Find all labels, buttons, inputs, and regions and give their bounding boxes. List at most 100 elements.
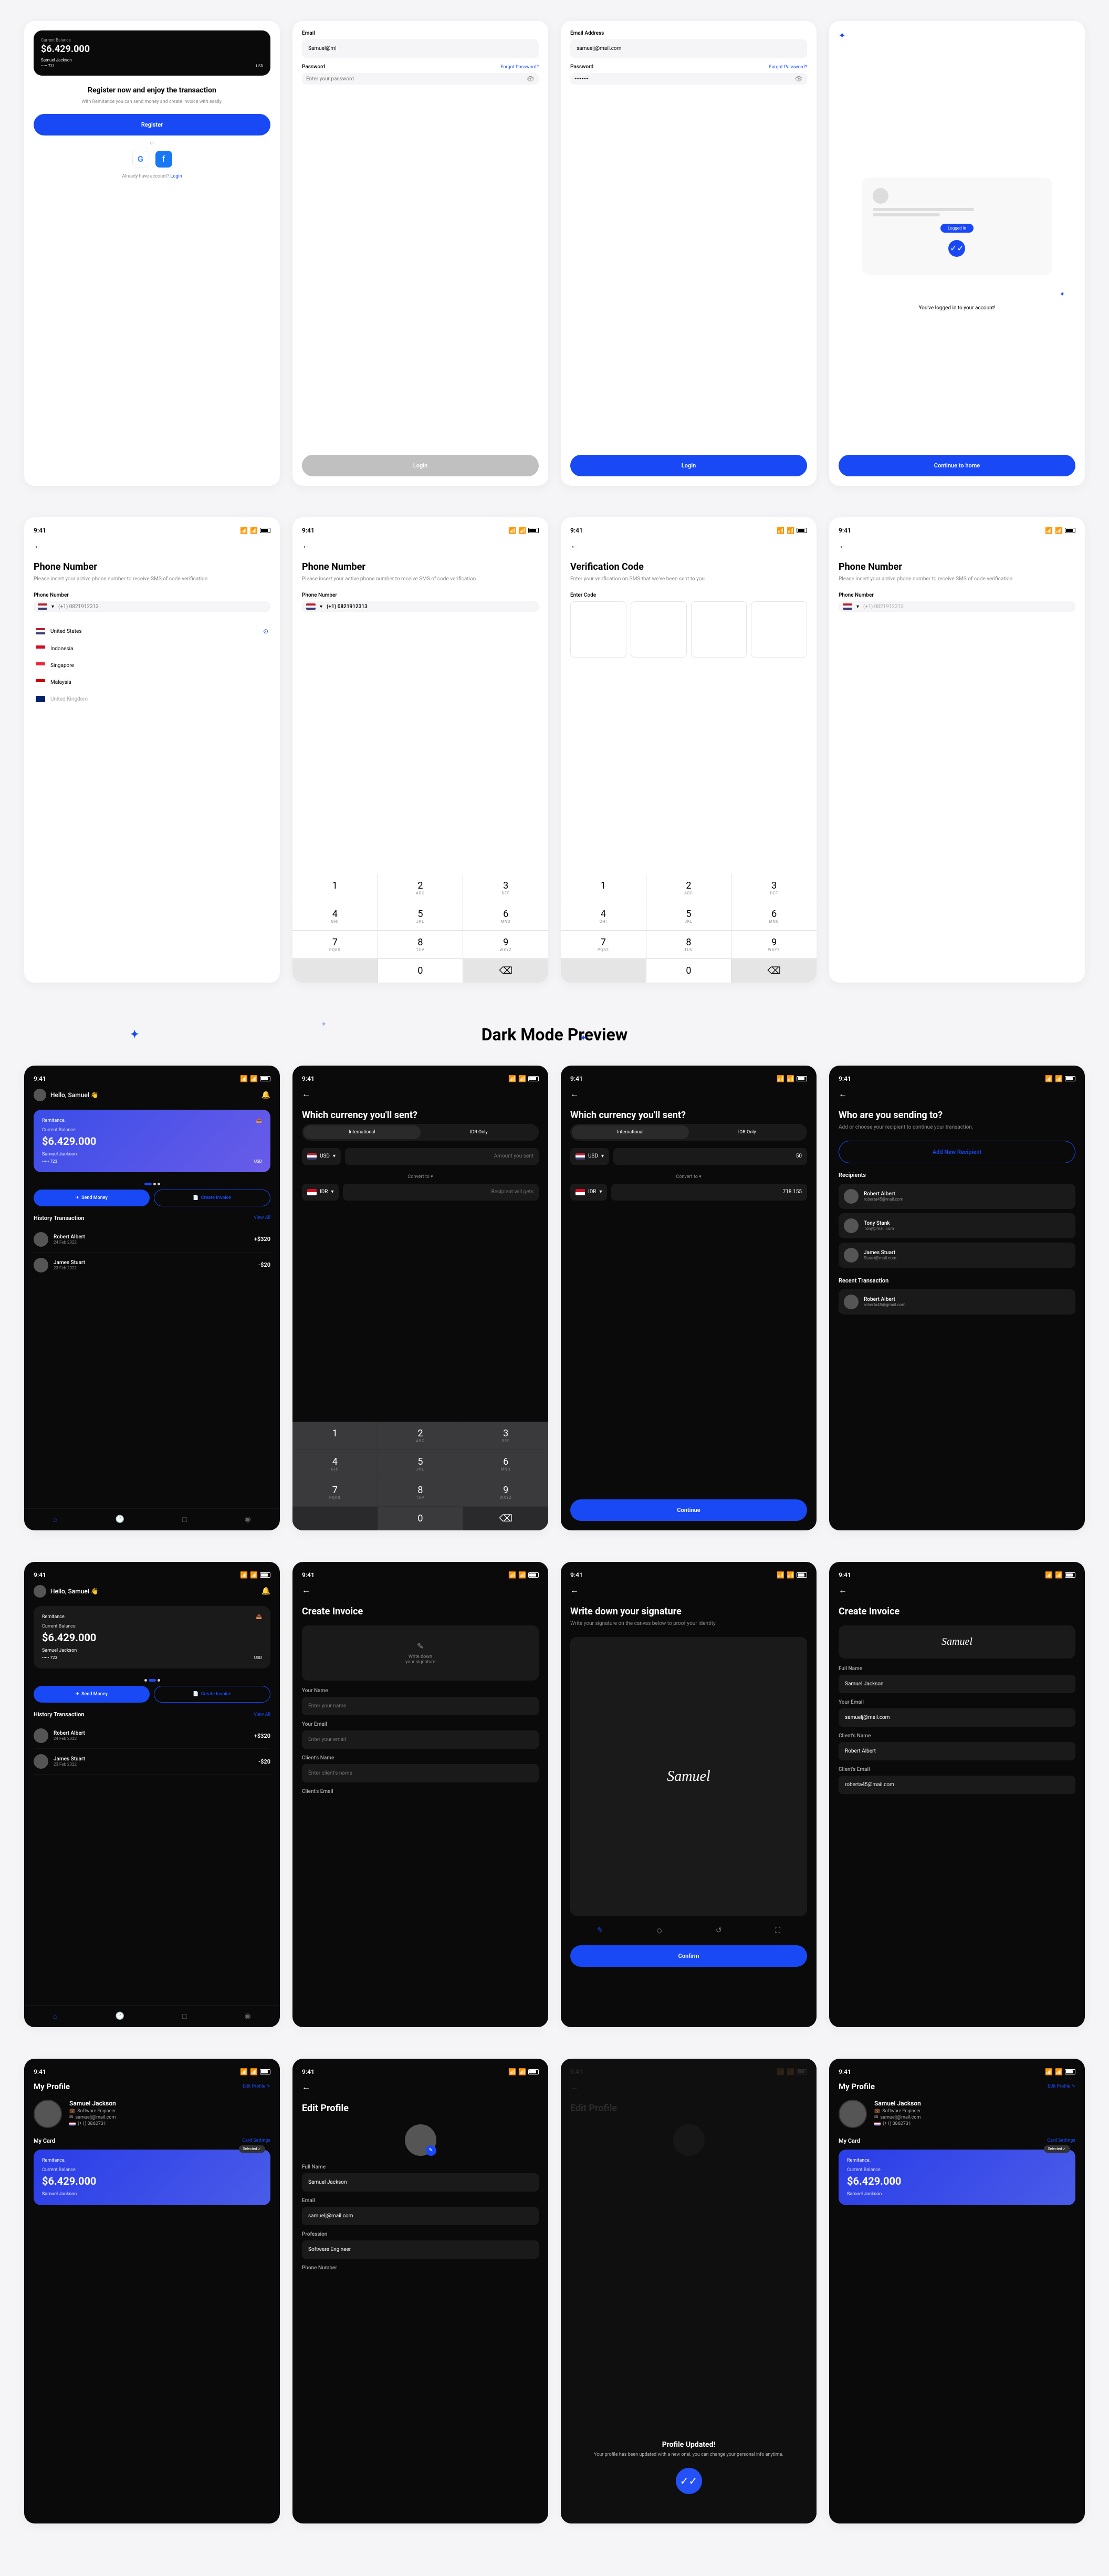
currency-from-select[interactable]: USD▾ — [570, 1148, 609, 1165]
recipient-item[interactable]: Robert Albertroberta45@gmail.com — [839, 1289, 1075, 1315]
avatar-edit[interactable]: ✎ — [405, 2124, 436, 2156]
back-icon[interactable]: ← — [839, 540, 1075, 551]
avatar[interactable] — [34, 1585, 46, 1598]
transaction-row[interactable]: Robert Albert24 Feb 2022+$320 — [34, 1723, 270, 1749]
create-invoice-button[interactable]: 📄 Create Invoice — [154, 1686, 271, 1703]
your-email-input[interactable] — [839, 1708, 1075, 1727]
amount-input[interactable] — [613, 1148, 807, 1165]
transaction-row[interactable]: James Stuart23 Feb 2022-$20 — [34, 1253, 270, 1278]
signature-placeholder[interactable]: ✎ Write down your signature — [302, 1625, 539, 1681]
key-9[interactable]: 9WXYZ — [463, 1478, 548, 1506]
result-input[interactable] — [343, 1184, 539, 1201]
key-6[interactable]: 6MNO — [731, 902, 817, 930]
key-2[interactable]: 2ABC — [378, 874, 463, 902]
eye-icon[interactable]: 👁 — [527, 75, 535, 82]
forgot-link[interactable]: Forgot Password? — [501, 65, 539, 70]
key-7[interactable]: 7PQRS — [292, 931, 378, 958]
card-settings-link[interactable]: Card Settings — [1047, 2138, 1075, 2143]
key-5[interactable]: 5JKL — [378, 902, 463, 930]
password-input[interactable] — [306, 76, 522, 82]
login-button[interactable]: Login — [570, 455, 807, 476]
key-8[interactable]: 8TUV — [378, 931, 463, 958]
view-all-link[interactable]: View All — [254, 1712, 270, 1717]
key-8[interactable]: 8TUV — [378, 1478, 463, 1506]
country-item-sg[interactable]: Singapore — [34, 657, 270, 674]
recipient-item[interactable]: Tony StankTony@mail.com — [839, 1213, 1075, 1238]
full-name-input[interactable] — [302, 2173, 539, 2192]
client-name-input[interactable] — [839, 1742, 1075, 1760]
country-item-us[interactable]: United States⊙ — [34, 622, 270, 640]
pen-tool-icon[interactable]: ✎ — [597, 1926, 603, 1935]
currency-from-select[interactable]: USD▾ — [302, 1148, 341, 1165]
key-8[interactable]: 8TUV — [646, 931, 731, 958]
eye-icon[interactable]: 👁 — [795, 75, 803, 82]
edit-profile-link[interactable]: Edit Profile ✎ — [1048, 2084, 1075, 2089]
login-button[interactable]: Login — [302, 455, 539, 476]
amount-input[interactable] — [345, 1148, 539, 1165]
back-icon[interactable]: ← — [839, 1089, 1075, 1099]
continue-button[interactable]: Continue to home — [839, 455, 1075, 476]
email-input[interactable] — [302, 39, 539, 58]
key-5[interactable]: 5JKL — [378, 1450, 463, 1478]
back-icon[interactable]: ← — [839, 1585, 1075, 1595]
avatar[interactable] — [34, 2100, 62, 2128]
edit-profile-link[interactable]: Edit Profile ✎ — [243, 2084, 270, 2089]
key-1[interactable]: 1 — [292, 1422, 378, 1449]
tab-international[interactable]: International — [304, 1125, 421, 1139]
key-1[interactable]: 1 — [561, 874, 646, 902]
country-item-id[interactable]: Indonesia — [34, 640, 270, 657]
convert-toggle[interactable]: Convert to ▾ — [570, 1174, 807, 1180]
key-0[interactable]: 0 — [378, 1507, 463, 1530]
key-6[interactable]: 6MNO — [463, 1450, 548, 1478]
back-icon[interactable]: ← — [570, 540, 807, 551]
nav-home-icon[interactable]: ⌂ — [53, 2012, 57, 2021]
email-input[interactable] — [570, 39, 807, 58]
register-button[interactable]: Register — [34, 114, 270, 135]
your-email-input[interactable] — [302, 1730, 539, 1749]
key-0[interactable]: 0 — [378, 959, 463, 983]
bell-icon[interactable]: 🔔 — [261, 1587, 270, 1595]
code-input[interactable] — [570, 601, 807, 658]
eraser-tool-icon[interactable]: ◇ — [656, 1926, 662, 1935]
card-settings-link[interactable]: Card Settings — [242, 2138, 270, 2143]
convert-toggle[interactable]: Convert to ▾ — [302, 1174, 539, 1180]
avatar[interactable] — [34, 1089, 46, 1101]
back-icon[interactable]: ← — [302, 1089, 539, 1099]
email-input[interactable] — [302, 2207, 539, 2225]
back-icon[interactable]: ← — [34, 540, 270, 551]
recipient-item[interactable]: James StuartStuart@mail.com — [839, 1243, 1075, 1268]
nav-card-icon[interactable]: □ — [182, 1515, 186, 1524]
nav-history-icon[interactable]: 🕐 — [116, 2012, 124, 2021]
back-icon[interactable]: ← — [302, 540, 539, 551]
key-6[interactable]: 6MNO — [463, 902, 548, 930]
key-2[interactable]: 2ABC — [646, 874, 731, 902]
currency-to-select[interactable]: IDR▾ — [302, 1184, 339, 1201]
add-recipient-button[interactable]: Add New Recipient — [839, 1141, 1075, 1163]
key-0[interactable]: 0 — [646, 959, 731, 983]
back-icon[interactable]: ← — [302, 1585, 539, 1595]
nav-history-icon[interactable]: 🕐 — [116, 1515, 124, 1524]
backspace-icon[interactable]: ⌫ — [731, 959, 817, 983]
phone-input[interactable]: ▾(+1) 0821912313 — [302, 601, 539, 612]
country-item-uk[interactable]: United Kingdom — [34, 691, 270, 707]
login-link[interactable]: Login — [170, 174, 182, 179]
key-4[interactable]: 4GHI — [561, 902, 646, 930]
tab-idr[interactable]: IDR Only — [421, 1125, 538, 1139]
nav-home-icon[interactable]: ⌂ — [53, 1515, 57, 1524]
key-1[interactable]: 1 — [292, 874, 378, 902]
recipient-item[interactable]: Robert Albertroberta45@mail.com — [839, 1184, 1075, 1209]
key-4[interactable]: 4GHI — [292, 902, 378, 930]
key-9[interactable]: 9WXYZ — [463, 931, 548, 958]
avatar[interactable] — [839, 2100, 867, 2128]
key-3[interactable]: 3DEF — [463, 874, 548, 902]
bell-icon[interactable]: 🔔 — [261, 1091, 270, 1099]
send-money-button[interactable]: ✈ Send Money — [34, 1686, 150, 1703]
key-4[interactable]: 4GHI — [292, 1450, 378, 1478]
undo-tool-icon[interactable]: ↺ — [716, 1926, 722, 1935]
your-name-input[interactable] — [302, 1697, 539, 1715]
back-icon[interactable]: ← — [570, 1585, 807, 1595]
confirm-button[interactable]: Confirm — [570, 1945, 807, 1967]
key-2[interactable]: 2ABC — [378, 1422, 463, 1449]
crop-tool-icon[interactable]: ⛶ — [775, 1926, 780, 1935]
view-all-link[interactable]: View All — [254, 1215, 270, 1221]
